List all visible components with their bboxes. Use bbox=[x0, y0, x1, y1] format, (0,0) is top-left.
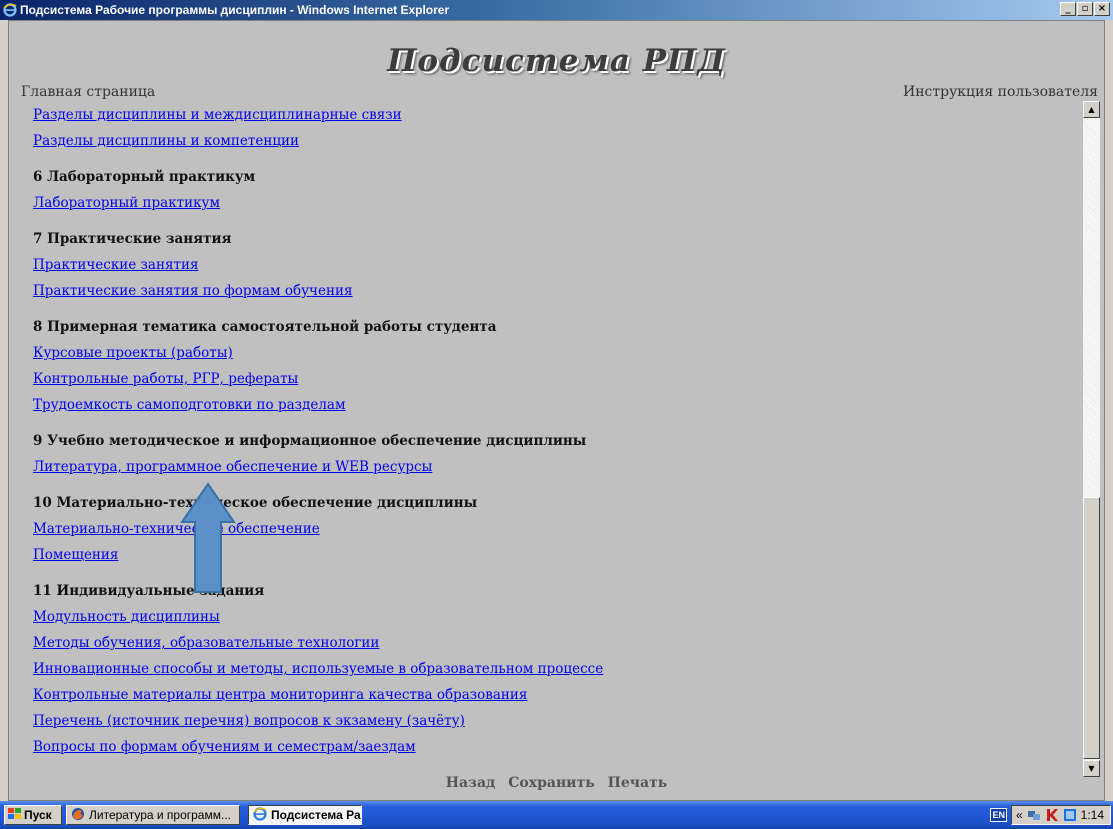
internet-explorer-icon bbox=[3, 3, 17, 17]
system-tray: EN « 1:14 bbox=[990, 805, 1111, 825]
taskbar-item-firefox[interactable]: Литература и программ... bbox=[66, 805, 240, 825]
heading-material-support: 10 Материально-техническое обеспечение д… bbox=[33, 495, 478, 511]
back-link[interactable]: Назад bbox=[446, 775, 496, 791]
taskbar-item-ie[interactable]: Подсистема Рабочие... bbox=[248, 805, 362, 825]
heading-self-study-topics: 8 Примерная тематика самостоятельной раб… bbox=[33, 319, 497, 335]
window-title-bar[interactable]: Подсистема Рабочие программы дисциплин -… bbox=[0, 0, 1113, 20]
scrollbar-thumb[interactable] bbox=[1083, 497, 1100, 759]
menu-list: Разделы дисциплины и междисциплинарные с… bbox=[19, 99, 1079, 779]
link-self-study-workload[interactable]: Трудоемкость самоподготовки по разделам bbox=[33, 397, 345, 413]
page-title: Подсистема РПД bbox=[387, 43, 726, 79]
link-questions-by-forms[interactable]: Вопросы по формам обучениям и семестрам/… bbox=[33, 739, 416, 755]
link-exam-questions-list[interactable]: Перечень (источник перечня) вопросов к э… bbox=[33, 713, 465, 729]
firefox-icon bbox=[71, 807, 85, 824]
heading-methodological-support: 9 Учебно методическое и информационное о… bbox=[33, 433, 587, 449]
taskbar-item-label: Литература и программ... bbox=[89, 808, 231, 822]
internet-explorer-icon bbox=[253, 806, 267, 824]
heading-practical-classes: 7 Практические занятия bbox=[33, 231, 232, 247]
maximize-button[interactable]: ▫ bbox=[1077, 2, 1093, 16]
link-material-support[interactable]: Материально-техническое обеспечение bbox=[33, 521, 320, 537]
windows-logo-icon bbox=[8, 807, 22, 823]
taskbar-item-label: Подсистема Рабочие... bbox=[271, 808, 361, 822]
link-course-projects[interactable]: Курсовые проекты (работы) bbox=[33, 345, 233, 361]
browser-content: Подсистема РПД Главная страница Инструкц… bbox=[8, 20, 1105, 801]
vertical-scrollbar[interactable]: ▲ ▼ bbox=[1082, 101, 1100, 777]
clock[interactable]: 1:14 bbox=[1081, 808, 1104, 822]
link-sections-interdisciplinary[interactable]: Разделы дисциплины и междисциплинарные с… bbox=[33, 107, 402, 123]
home-link[interactable]: Главная страница bbox=[21, 84, 155, 100]
link-premises[interactable]: Помещения bbox=[33, 547, 118, 563]
link-sections-competencies[interactable]: Разделы дисциплины и компетенции bbox=[33, 133, 299, 149]
antivirus-icon[interactable] bbox=[1045, 808, 1059, 822]
app-tray-icon[interactable] bbox=[1063, 808, 1077, 822]
link-lab-practicum[interactable]: Лабораторный практикум bbox=[33, 195, 220, 211]
taskbar: Пуск Литература и программ... Подсистема… bbox=[0, 801, 1113, 829]
language-indicator[interactable]: EN bbox=[990, 808, 1007, 822]
link-teaching-methods[interactable]: Методы обучения, образовательные техноло… bbox=[33, 635, 379, 651]
notification-area: « 1:14 bbox=[1010, 805, 1111, 825]
save-link[interactable]: Сохранить bbox=[508, 775, 595, 791]
link-modularity[interactable]: Модульность дисциплины bbox=[33, 609, 220, 625]
link-innovative-methods[interactable]: Инновационные способы и методы, использу… bbox=[33, 661, 603, 677]
bottom-action-bar: Назад Сохранить Печать bbox=[9, 775, 1104, 791]
print-link[interactable]: Печать bbox=[608, 775, 668, 791]
network-icon[interactable] bbox=[1027, 808, 1041, 822]
window-title: Подсистема Рабочие программы дисциплин -… bbox=[20, 3, 450, 17]
up-arrow-annotation bbox=[180, 482, 236, 593]
link-practical-classes-forms[interactable]: Практические занятия по формам обучения bbox=[33, 283, 352, 299]
close-button[interactable]: × bbox=[1094, 2, 1110, 16]
start-label: Пуск bbox=[24, 808, 52, 822]
scroll-up-button[interactable]: ▲ bbox=[1083, 101, 1100, 118]
minimize-button[interactable]: _ bbox=[1060, 2, 1076, 16]
user-guide-link[interactable]: Инструкция пользователя bbox=[903, 84, 1098, 100]
heading-lab-practicum: 6 Лабораторный практикум bbox=[33, 169, 256, 185]
link-control-works[interactable]: Контрольные работы, РГР, рефераты bbox=[33, 371, 298, 387]
link-control-materials[interactable]: Контрольные материалы центра мониторинга… bbox=[33, 687, 527, 703]
start-button[interactable]: Пуск bbox=[4, 805, 62, 825]
link-practical-classes[interactable]: Практические занятия bbox=[33, 257, 198, 273]
show-hidden-icons-button[interactable]: « bbox=[1016, 808, 1023, 822]
link-literature-web-resources[interactable]: Литература, программное обеспечение и WE… bbox=[33, 459, 432, 475]
